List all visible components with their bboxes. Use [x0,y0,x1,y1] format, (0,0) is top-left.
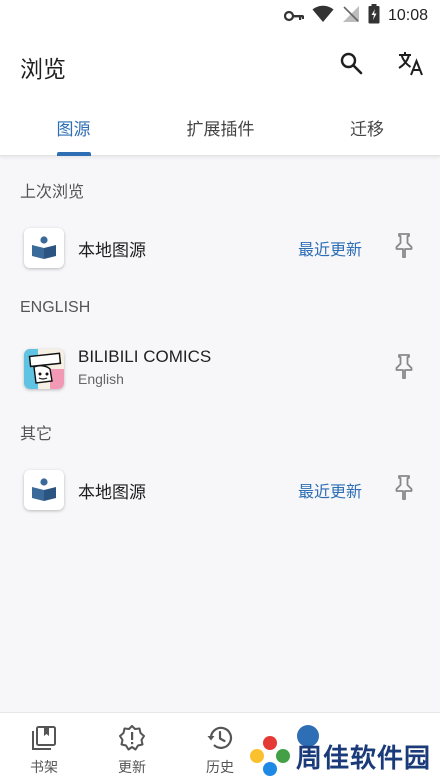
pin-icon [394,353,414,383]
watermark-text: 周佳软件园 [296,744,432,774]
latest-updates-button[interactable]: 最近更新 [298,478,362,502]
tab-migrate[interactable]: 迁移 [294,98,440,156]
search-button[interactable] [334,48,368,82]
search-icon [339,51,363,79]
latest-updates-button[interactable]: 最近更新 [298,236,362,260]
pin-icon [394,232,414,262]
section-header-english: ENGLISH [20,299,91,316]
tab-extensions[interactable]: 扩展插件 [147,98,294,156]
status-bar: 10:08 [0,0,440,32]
tab-sources[interactable]: 图源 [0,98,147,156]
active-tab-indicator [57,152,91,156]
status-icons: 10:08 [283,4,428,28]
source-row-local[interactable]: 本地图源 最近更新 [0,458,440,522]
source-language: English [78,371,124,387]
pin-icon [394,474,414,504]
source-row-bilibili-comics[interactable]: BILIBILI COMICS English [0,337,440,401]
section-header-last-used: 上次浏览 [20,182,85,201]
local-source-icon [24,470,64,510]
translate-icon [397,50,425,80]
source-row-local[interactable]: 本地图源 最近更新 [0,216,440,280]
watermark-logo-icon [250,736,290,776]
pin-button[interactable] [390,474,418,504]
updates-alert-icon [119,725,145,751]
app-bar: 浏览 [0,32,440,98]
source-name: BILIBILI COMICS [78,347,212,366]
history-icon [207,726,233,749]
page-title: 浏览 [20,57,66,83]
nav-label: 更新 [118,760,146,776]
battery-charging-icon [368,4,380,28]
local-source-icon [24,228,64,268]
no-signal-icon [342,5,360,27]
source-name: 本地图源 [78,483,146,503]
status-time: 10:08 [387,7,428,24]
pin-button[interactable] [390,353,418,383]
wifi-icon [312,5,334,27]
nav-label: 书架 [30,760,58,776]
watermark: 周佳软件园 [248,734,438,778]
source-name: 本地图源 [78,241,146,261]
key-icon [283,7,304,26]
tab-bar: 图源 扩展插件 迁移 [0,98,440,156]
pin-button[interactable] [390,232,418,262]
library-icon [32,726,56,750]
translate-button[interactable] [394,48,428,82]
section-header-other: 其它 [20,424,53,443]
nav-item-updates[interactable]: 更新 [88,713,176,782]
nav-item-library[interactable]: 书架 [0,713,88,782]
bilibili-comics-icon [24,349,64,389]
